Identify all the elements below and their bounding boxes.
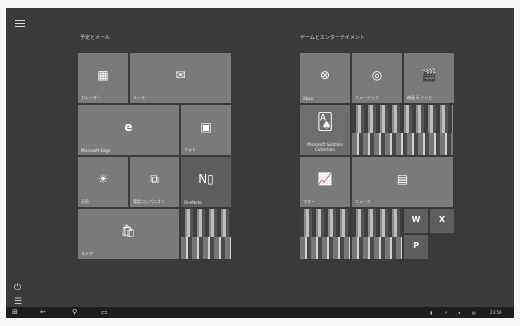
network-icon[interactable]: ↗: [444, 309, 447, 316]
hamburger-menu-icon[interactable]: [15, 18, 25, 29]
tile-weather[interactable]: ☀ 天気: [78, 157, 128, 207]
photos-icon: ▣: [200, 120, 212, 134]
word-icon: W: [411, 214, 421, 224]
taskbar: ⊞ ← ⚲ ▭ ▮ ↗ ◂ ▤ 23:59: [6, 307, 514, 318]
weather-icon: ☀: [97, 172, 109, 186]
tile-music[interactable]: ◎ ミュージック: [352, 53, 402, 103]
tile-money[interactable]: 📈 マネー: [300, 157, 350, 207]
mail-icon: ✉: [175, 68, 186, 82]
notification-icon[interactable]: ▮: [430, 309, 432, 316]
tile-xbox[interactable]: ⊗ Xbox: [300, 53, 350, 103]
tile-solitaire[interactable]: 🂡 Microsoft Solitaire Collection: [300, 105, 350, 155]
powerpoint-icon: P: [413, 240, 419, 250]
tile-label: ニュース: [355, 199, 371, 204]
tile-edge[interactable]: e Microsoft Edge: [78, 105, 179, 155]
tile-powerpoint[interactable]: P: [404, 235, 428, 259]
tile-label: マネー: [303, 199, 315, 204]
back-arrow-icon[interactable]: ←: [40, 308, 46, 317]
onenote-icon: N▯: [198, 172, 214, 186]
edge-icon: e: [124, 120, 133, 134]
start-screen: ⏻ ☰ 予定とメール ゲームとエンターテイメント ▦ カレンダー ✉ メール e…: [6, 8, 514, 318]
chart-icon: 📈: [317, 172, 333, 186]
calendar-icon: ▦: [97, 68, 109, 82]
tile-phone-companion[interactable]: ⧉ 電話コンパニオン: [130, 157, 179, 207]
cards-icon: 🂡: [316, 112, 334, 131]
store-icon: 🛍: [120, 224, 137, 238]
search-icon[interactable]: ⚲: [72, 308, 77, 317]
phone-icon: ⧉: [150, 172, 159, 186]
tile-excel[interactable]: X: [430, 209, 454, 233]
film-icon: 🎬: [421, 68, 437, 82]
tile-live-photo[interactable]: [181, 209, 231, 259]
music-icon: ◎: [371, 68, 383, 82]
task-view-icon[interactable]: ▭: [101, 308, 108, 317]
tile-word[interactable]: W: [404, 209, 428, 233]
tile-label: カレンダー: [81, 95, 101, 100]
tile-label: Microsoft Solitaire Collection: [307, 142, 343, 152]
tile-label: Microsoft Edge: [81, 148, 111, 153]
tile-label: OneNote: [184, 200, 202, 205]
tile-movies[interactable]: 🎬 映画 & テレビ: [404, 53, 454, 103]
tile-store[interactable]: 🛍 ストア: [78, 209, 179, 259]
tile-calendar[interactable]: ▦ カレンダー: [78, 53, 128, 103]
tile-label: フォト: [184, 147, 196, 152]
xbox-icon: ⊗: [319, 68, 331, 82]
power-icon[interactable]: ⏻: [14, 283, 21, 293]
tile-label: 天気: [81, 199, 89, 204]
tile-onenote[interactable]: N▯ OneNote: [181, 157, 231, 207]
group-title-right: ゲームとエンターテイメント: [300, 35, 365, 41]
news-icon: ▤: [396, 172, 409, 186]
group-title-left: 予定とメール: [80, 35, 111, 41]
tile-label: 映画 & テレビ: [407, 95, 433, 100]
tile-label: 電話コンパニオン: [133, 199, 165, 204]
action-center-icon[interactable]: ▤: [472, 309, 476, 316]
tile-live-photo-3[interactable]: [300, 209, 350, 259]
tile-mail[interactable]: ✉ メール: [130, 53, 231, 103]
tile-live-photo-4[interactable]: [352, 209, 402, 259]
excel-icon: X: [438, 214, 446, 224]
clock[interactable]: 23:59: [490, 309, 502, 316]
all-apps-icon[interactable]: ☰: [14, 297, 22, 307]
tile-photos[interactable]: ▣ フォト: [181, 105, 231, 155]
tile-label: Xbox: [303, 96, 313, 101]
windows-start-icon[interactable]: ⊞: [12, 308, 18, 317]
volume-icon[interactable]: ◂: [458, 309, 460, 316]
tile-label: メール: [133, 95, 145, 100]
tile-label: ミュージック: [355, 95, 379, 100]
tile-news[interactable]: ▤ ニュース: [352, 157, 453, 207]
tile-live-photo-2[interactable]: [352, 105, 453, 155]
tile-label: ストア: [81, 251, 93, 256]
